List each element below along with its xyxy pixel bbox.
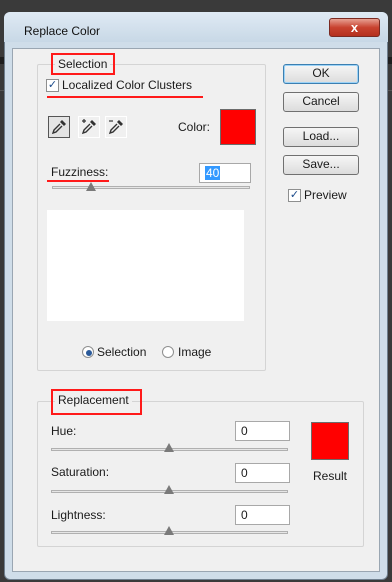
add-to-sample-tool[interactable] (78, 116, 100, 138)
selection-view-label: Selection (97, 345, 147, 359)
saturation-label: Saturation: (51, 465, 110, 479)
eyedropper-plus-icon (81, 119, 96, 135)
localized-clusters-checkbox[interactable]: ✓ (46, 79, 59, 92)
selection-view-radio[interactable] (82, 346, 94, 358)
annotation-box-replacement (51, 389, 142, 415)
fuzziness-slider-thumb[interactable] (86, 182, 96, 191)
ok-button[interactable]: OK (283, 64, 359, 84)
fuzziness-field[interactable]: 40 (199, 163, 251, 183)
preview-label: Preview (304, 188, 347, 202)
selection-preview-area (47, 210, 244, 321)
close-icon: x (350, 20, 359, 35)
checkmark-icon: ✓ (289, 189, 300, 201)
cancel-button[interactable]: Cancel (283, 92, 359, 112)
saturation-field[interactable]: 0 (235, 463, 290, 483)
annotation-underline-fuzziness (47, 180, 109, 182)
annotation-box-selection (51, 53, 115, 75)
localized-clusters-label: Localized Color Clusters (62, 78, 193, 92)
hue-label: Hue: (51, 424, 77, 438)
dialog-title: Replace Color (24, 24, 101, 38)
color-label: Color: (178, 120, 211, 134)
hue-slider-thumb[interactable] (164, 443, 174, 452)
annotation-underline-localized (47, 96, 203, 98)
hue-field[interactable]: 0 (235, 421, 290, 441)
eyedropper-minus-icon (108, 120, 123, 135)
preview-checkbox[interactable]: ✓ (288, 189, 301, 202)
lightness-slider-thumb[interactable] (164, 526, 174, 535)
load-button[interactable]: Load... (283, 127, 359, 147)
saturation-slider-thumb[interactable] (164, 485, 174, 494)
subtract-from-sample-tool[interactable] (105, 116, 127, 138)
fuzziness-value: 40 (205, 166, 221, 180)
image-view-radio[interactable] (162, 346, 174, 358)
save-button[interactable]: Save... (283, 155, 359, 175)
eyedropper-tool[interactable] (48, 116, 70, 138)
eyedropper-icon (51, 120, 66, 135)
result-label: Result (313, 469, 348, 483)
close-button[interactable]: x (329, 18, 380, 37)
fuzziness-label: Fuzziness: (51, 165, 109, 179)
result-color-swatch[interactable] (311, 422, 349, 460)
checkmark-icon: ✓ (47, 79, 58, 91)
lightness-field[interactable]: 0 (235, 505, 290, 525)
fuzziness-slider-track[interactable] (52, 186, 250, 189)
selection-color-swatch[interactable] (220, 109, 256, 145)
image-view-label: Image (178, 345, 212, 359)
lightness-label: Lightness: (51, 508, 106, 522)
